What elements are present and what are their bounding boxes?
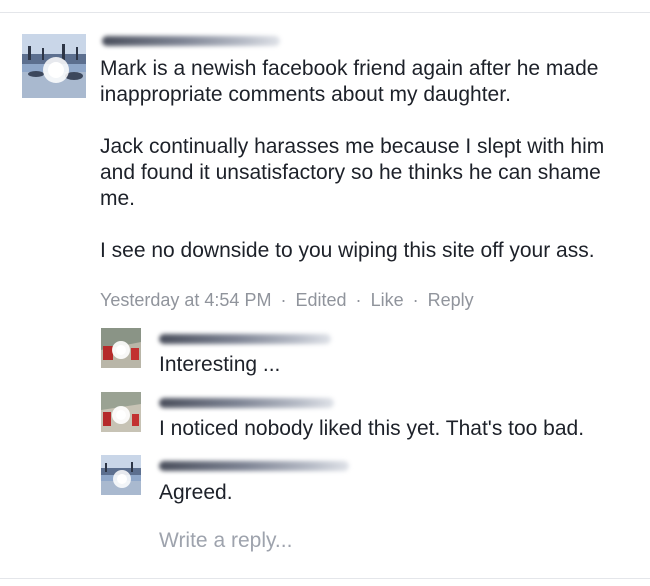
- top-divider: [0, 12, 650, 13]
- reply-text: Agreed.: [159, 481, 233, 504]
- meta-separator: ·: [355, 290, 362, 310]
- like-link[interactable]: Like: [371, 290, 404, 310]
- comment-paragraph: I see no downside to you wiping this sit…: [100, 239, 595, 262]
- comment-paragraph: Mark is a newish facebook friend again a…: [100, 57, 599, 106]
- profile-photo-icon: [101, 328, 141, 368]
- reply-avatar[interactable]: [101, 392, 141, 432]
- reply-author-name[interactable]: [159, 461, 349, 471]
- reply-author-name[interactable]: [159, 334, 331, 344]
- reply-text: I noticed nobody liked this yet. That's …: [159, 417, 585, 440]
- comment-meta-row: Yesterday at 4:54 PM · Edited · Like · R…: [100, 288, 474, 312]
- profile-photo-icon: [101, 455, 141, 495]
- profile-photo-icon: [22, 34, 86, 98]
- write-reply-input[interactable]: Write a reply...: [159, 528, 292, 554]
- meta-separator: ·: [412, 290, 419, 310]
- comment-body: Mark is a newish facebook friend again a…: [100, 56, 640, 264]
- meta-separator: ·: [280, 290, 287, 310]
- reply-author-name[interactable]: [159, 398, 334, 408]
- reply-text: Interesting ...: [159, 353, 281, 376]
- comment-paragraph: Jack continually harasses me because I s…: [100, 135, 605, 210]
- reply-avatar[interactable]: [101, 328, 141, 368]
- bottom-divider: [0, 578, 650, 579]
- edited-link[interactable]: Edited: [295, 290, 346, 310]
- commenter-name-link[interactable]: [102, 36, 280, 46]
- reply-link[interactable]: Reply: [428, 290, 474, 310]
- profile-photo-icon: [101, 392, 141, 432]
- comment-timestamp[interactable]: Yesterday at 4:54 PM: [100, 290, 271, 310]
- commenter-avatar[interactable]: [22, 34, 86, 98]
- reply-avatar[interactable]: [101, 455, 141, 495]
